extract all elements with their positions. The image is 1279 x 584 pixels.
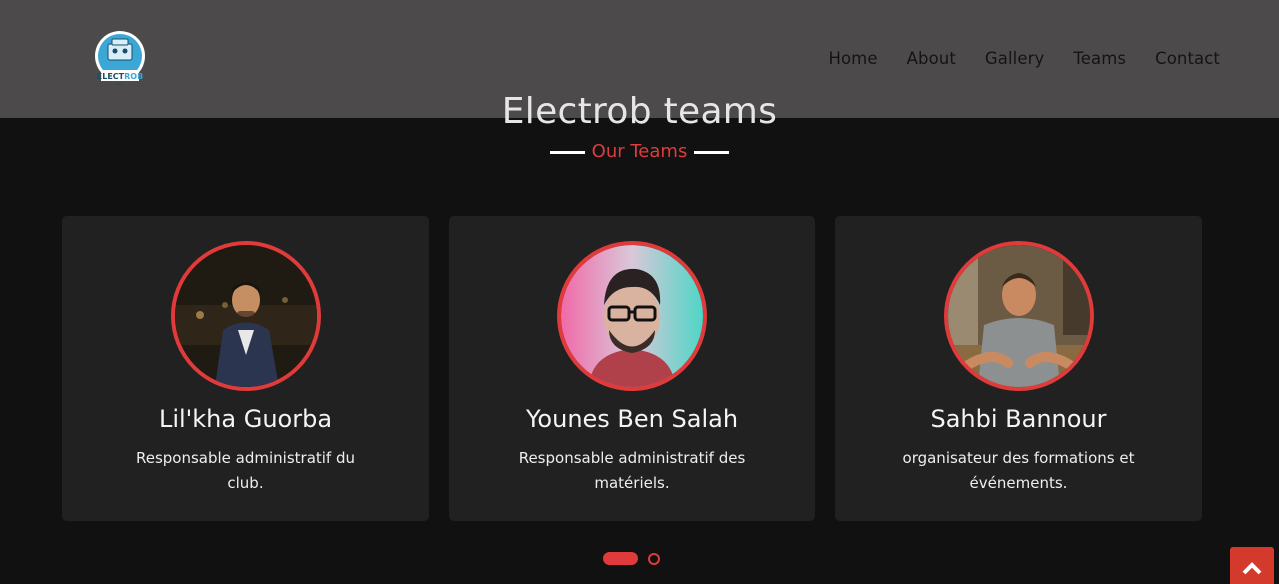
chevron-up-icon <box>1242 562 1262 575</box>
member-role: organisateur des formations et événement… <box>902 449 1135 492</box>
subtitle-line-left <box>549 150 585 154</box>
main-nav: Home About Gallery Teams Contact <box>799 48 1220 70</box>
club-logo[interactable]: ELECTROB ENSIT <box>92 30 148 88</box>
nav-home[interactable]: Home <box>828 48 877 70</box>
member-photo <box>943 241 1094 391</box>
nav-gallery[interactable]: Gallery <box>985 48 1044 70</box>
page: ELECTROB ENSIT Home About Gallery Teams … <box>0 0 1279 584</box>
svg-text:ENSIT: ENSIT <box>116 82 125 86</box>
section-subtitle: Our Teams <box>0 140 1279 164</box>
carousel-pagination <box>603 552 660 565</box>
member-photo <box>170 241 321 391</box>
nav-about[interactable]: About <box>907 48 956 70</box>
member-name: Younes Ben Salah <box>525 405 739 433</box>
member-name: Sahbi Bannour <box>930 405 1107 433</box>
member-role: Responsable administratif des matériels. <box>518 449 746 492</box>
team-card: Sahbi Bannour organisateur des formation… <box>835 216 1202 521</box>
carousel-dot-active[interactable] <box>603 552 638 565</box>
member-name: Lil'kha Guorba <box>158 405 333 433</box>
team-carousel: Lil'kha Guorba Responsable administratif… <box>62 216 1202 521</box>
member-photo <box>557 241 707 391</box>
team-card: Younes Ben Salah Responsable administrat… <box>449 216 815 521</box>
subtitle-line-right <box>694 150 730 154</box>
nav-teams[interactable]: Teams <box>1073 48 1126 70</box>
member-role: Responsable administratif du club. <box>135 449 356 492</box>
back-to-top-button[interactable] <box>1230 547 1274 584</box>
svg-text:ELECTROB: ELECTROB <box>97 72 143 81</box>
team-card: Lil'kha Guorba Responsable administratif… <box>62 216 429 521</box>
subtitle-text: Our Teams <box>591 141 688 162</box>
section-title: Electrob teams <box>501 91 778 132</box>
nav-contact[interactable]: Contact <box>1155 48 1220 70</box>
carousel-dot[interactable] <box>648 552 660 565</box>
